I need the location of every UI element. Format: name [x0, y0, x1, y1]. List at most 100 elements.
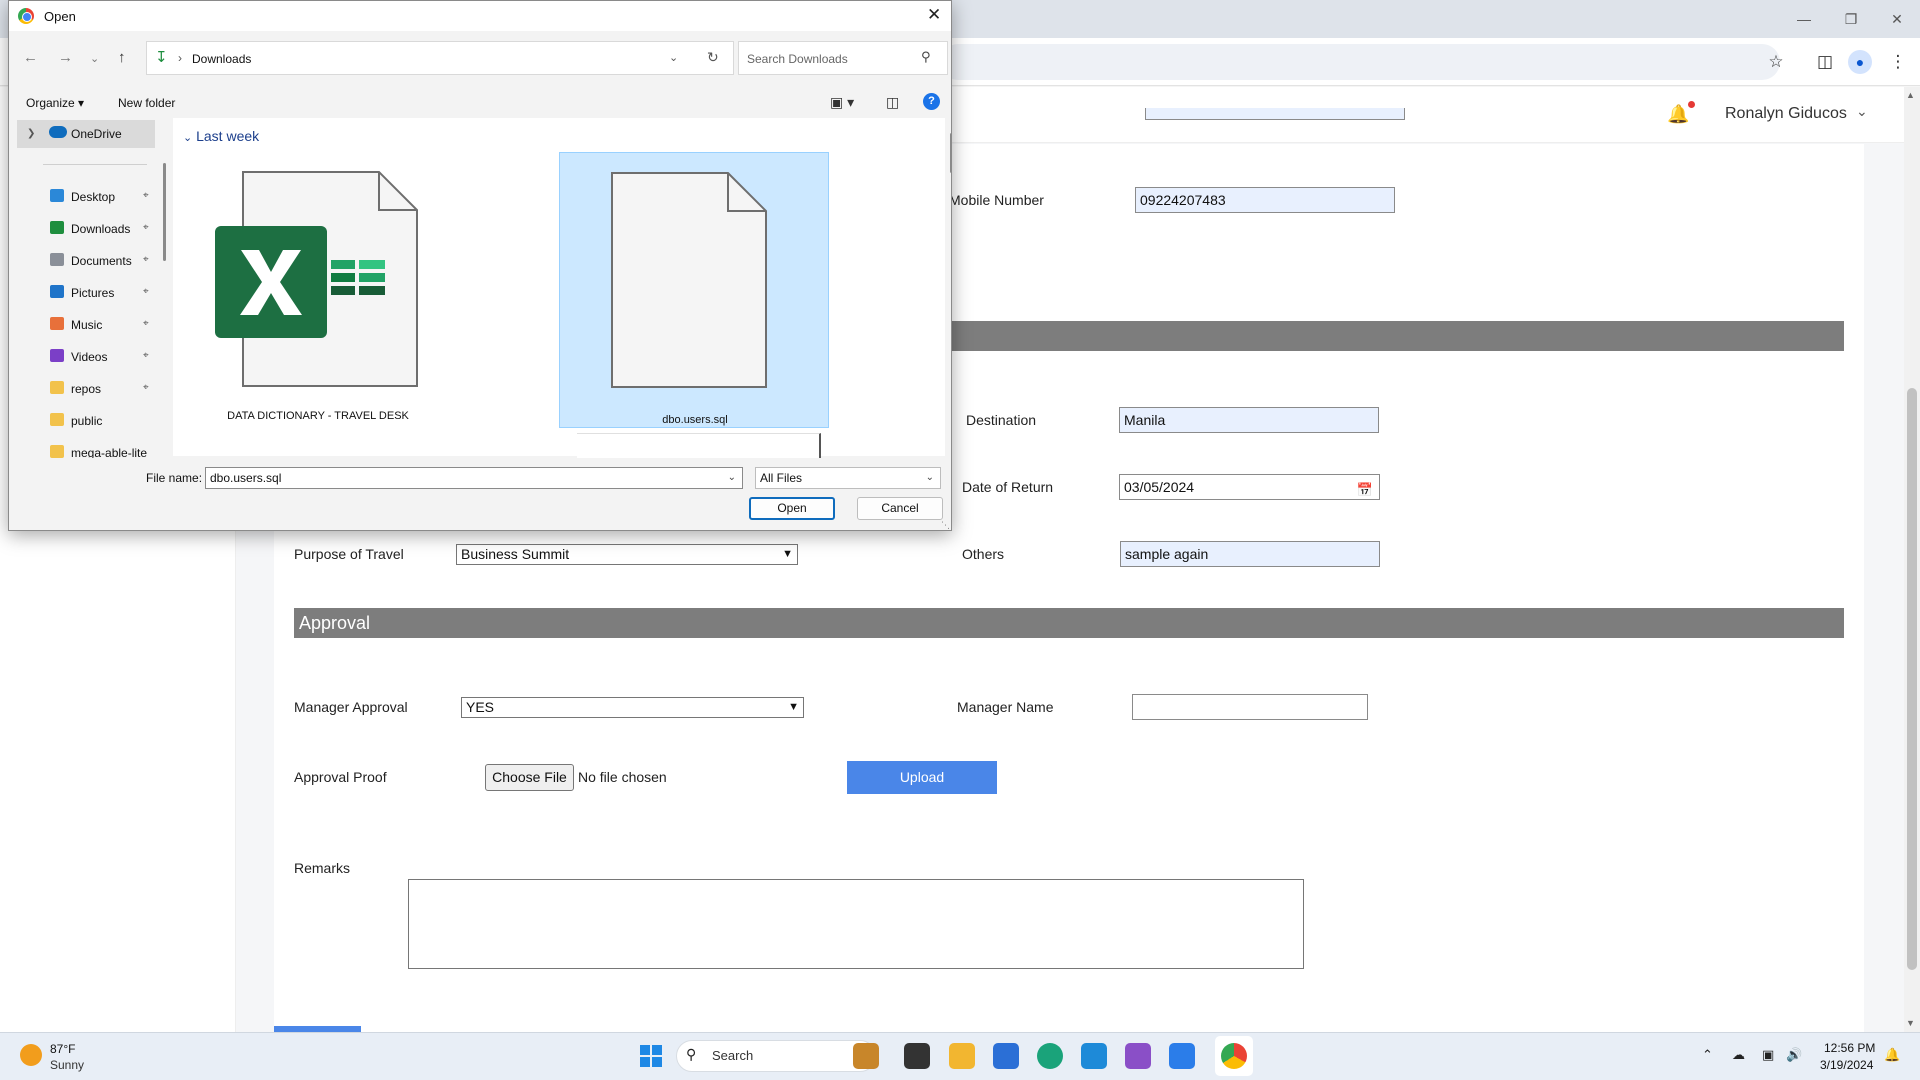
destination-label: Destination [966, 412, 1037, 428]
nav-item-repos[interactable]: repos ⌖ [47, 379, 157, 401]
refresh-icon[interactable]: ↻ [707, 49, 719, 66]
up-arrow-icon[interactable]: ↑ [118, 49, 126, 66]
search-icon[interactable]: ⚲ [921, 49, 931, 65]
view-mode-icon[interactable]: ▣ ▾ [830, 94, 854, 111]
side-panel-icon[interactable]: ◫ [1813, 50, 1837, 74]
pin-icon[interactable]: ⌖ [143, 222, 149, 233]
display-icon[interactable]: ▣ [1762, 1047, 1774, 1063]
nav-item-desktop[interactable]: Desktop ⌖ [47, 187, 157, 209]
file-list-scrollbar[interactable] [950, 133, 951, 173]
clock-date[interactable]: 3/19/2024 [1820, 1058, 1873, 1072]
download-icon: ↧ [155, 49, 168, 66]
edge-icon[interactable] [1037, 1043, 1063, 1069]
chrome-icon [18, 8, 34, 24]
organize-button[interactable]: Organize ▾ [26, 96, 84, 110]
nav-item-pictures[interactable]: Pictures ⌖ [47, 283, 157, 305]
purpose-value: Business Summit [461, 546, 570, 562]
nav-onedrive-label: OneDrive [71, 127, 122, 141]
manager-approval-select[interactable]: YES ▼ [461, 697, 804, 718]
chevron-up-icon[interactable]: ⌃ [1702, 1047, 1713, 1063]
group-header[interactable]: ⌄ Last week [183, 128, 259, 144]
destination-input[interactable]: Manila [1119, 407, 1379, 433]
terminal-icon[interactable] [904, 1043, 930, 1069]
pictures-icon [50, 285, 64, 298]
file-name-input[interactable]: dbo.users.sql ⌄ [205, 467, 743, 489]
vscode-icon[interactable] [1081, 1043, 1107, 1069]
cancel-button[interactable]: Cancel [857, 497, 943, 520]
pin-icon[interactable]: ⌖ [143, 350, 149, 361]
pin-icon[interactable]: ⌖ [143, 318, 149, 329]
nav-scrollbar[interactable] [163, 163, 166, 261]
new-folder-button[interactable]: New folder [118, 96, 175, 110]
chevron-down-icon[interactable]: ⌄ [669, 51, 678, 64]
scroll-down-icon[interactable]: ▼ [1906, 1018, 1915, 1028]
help-icon[interactable]: ? [923, 93, 940, 110]
chevron-right-icon[interactable]: ❯ [27, 128, 35, 139]
recent-locations-icon[interactable]: ⌄ [90, 52, 99, 65]
page-scroll-thumb[interactable] [1907, 388, 1917, 970]
chrome-icon[interactable] [1221, 1043, 1247, 1069]
documents-icon [50, 253, 64, 266]
nav-item-downloads[interactable]: Downloads ⌖ [47, 219, 157, 241]
nav-item-label: repos [71, 382, 102, 396]
pin-icon[interactable]: ⌖ [143, 254, 149, 265]
todo-icon[interactable] [1169, 1043, 1195, 1069]
cloud-offline-icon[interactable]: ☁ [1732, 1047, 1745, 1063]
nav-item-documents[interactable]: Documents ⌖ [47, 251, 157, 273]
clock-time[interactable]: 12:56 PM [1824, 1041, 1875, 1055]
weather-condition[interactable]: Sunny [50, 1058, 84, 1072]
resize-grip-icon[interactable]: ⋱ [941, 520, 950, 530]
visual-studio-icon[interactable] [1125, 1043, 1151, 1069]
preview-pane-icon[interactable]: ◫ [886, 94, 899, 111]
pin-icon[interactable]: ⌖ [143, 382, 149, 393]
minimize-icon[interactable]: — [1792, 8, 1816, 30]
chevron-down-icon: ▼ [782, 548, 793, 560]
nav-item-public[interactable]: public [47, 411, 157, 433]
close-window-icon[interactable]: ✕ [1885, 8, 1909, 30]
folder-icon [50, 413, 64, 426]
weather-temp[interactable]: 87°F [50, 1042, 75, 1056]
bell-icon[interactable]: 🔔 [1667, 104, 1689, 125]
restore-icon[interactable]: ❐ [1839, 8, 1863, 30]
store-icon[interactable] [993, 1043, 1019, 1069]
file-type-select[interactable]: All Files ⌄ [755, 467, 941, 489]
file-explorer-icon[interactable] [949, 1043, 975, 1069]
upload-button[interactable]: Upload [847, 761, 997, 794]
start-icon[interactable] [640, 1045, 662, 1067]
chevron-down-icon[interactable]: ⌄ [1856, 103, 1868, 120]
person-icon[interactable]: ● [1848, 50, 1872, 74]
nav-item-label: Music [71, 318, 103, 332]
address-bar[interactable] [940, 44, 1780, 80]
taskbar-search[interactable] [676, 1040, 876, 1072]
user-name[interactable]: Ronalyn Giducos [1725, 105, 1847, 123]
forward-arrow-icon[interactable]: → [58, 49, 73, 66]
nav-item-videos[interactable]: Videos ⌖ [47, 347, 157, 369]
volume-icon[interactable]: 🔊 [1786, 1047, 1802, 1063]
calendar-icon[interactable]: 📅 [1357, 478, 1373, 502]
file-item[interactable]: DATA DICTIONARY - TRAVEL DESK [183, 152, 453, 428]
manager-name-input[interactable] [1132, 694, 1368, 720]
scroll-up-icon[interactable]: ▲ [1906, 90, 1915, 100]
chevron-down-icon[interactable]: ⌄ [728, 468, 736, 488]
nav-item-label: Downloads [71, 222, 131, 236]
close-icon[interactable]: ✕ [927, 5, 941, 25]
choose-file-button[interactable]: Choose File [485, 764, 574, 791]
notification-bell-icon[interactable]: 🔔 [1884, 1047, 1900, 1063]
briefcase-icon[interactable] [853, 1043, 879, 1069]
mobile-input[interactable]: 09224207483 [1135, 187, 1395, 213]
pin-icon[interactable]: ⌖ [143, 190, 149, 201]
return-date-input[interactable]: 03/05/2024 📅 [1119, 474, 1380, 500]
purpose-select[interactable]: Business Summit ▼ [456, 544, 798, 565]
remarks-textarea[interactable] [408, 879, 1304, 969]
pin-icon[interactable]: ⌖ [143, 286, 149, 297]
others-input[interactable]: sample again [1120, 541, 1380, 567]
address-location[interactable]: Downloads [192, 52, 251, 66]
menu-dots-icon[interactable]: ⋮ [1886, 50, 1910, 74]
open-button[interactable]: Open [749, 497, 835, 520]
nav-item-music[interactable]: Music ⌖ [47, 315, 157, 337]
back-arrow-icon[interactable]: ← [23, 49, 38, 66]
sun-icon[interactable] [20, 1044, 42, 1066]
bookmark-star-icon[interactable]: ☆ [1764, 50, 1788, 74]
file-item-selected[interactable]: dbo.users.sql [559, 152, 829, 428]
partial-input[interactable] [1145, 108, 1405, 120]
